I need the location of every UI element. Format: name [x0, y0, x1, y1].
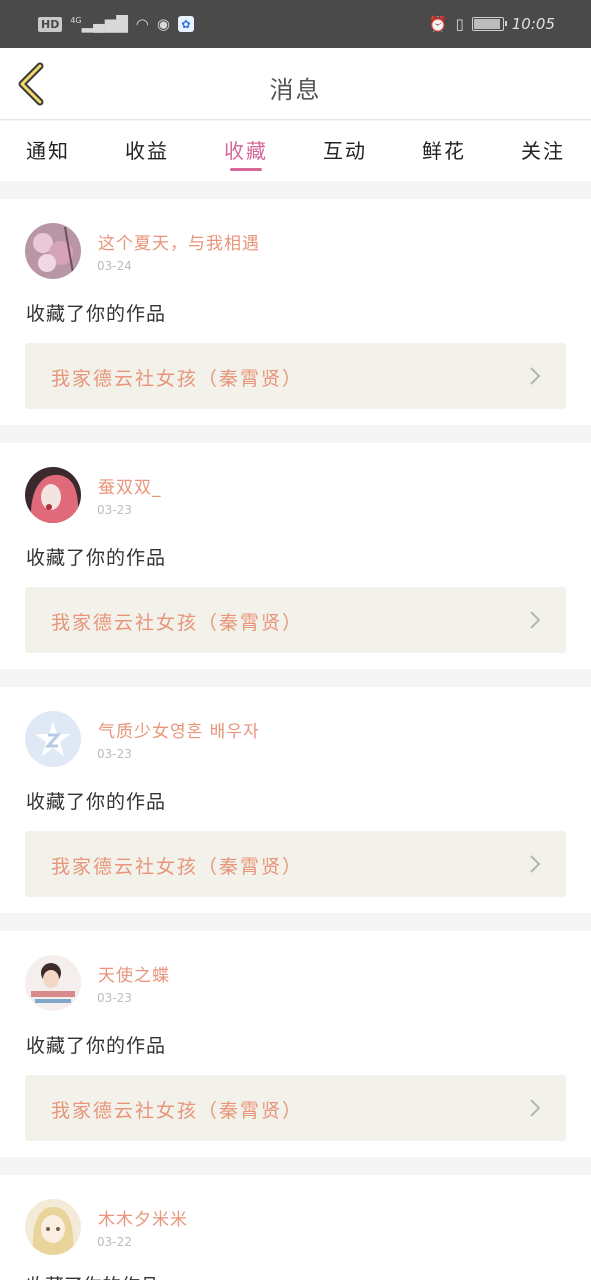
- action-text: 收藏了你的作品: [26, 1035, 167, 1057]
- tab-notifications[interactable]: 通知: [26, 121, 70, 181]
- work-title: 我家德云社女孩（秦霄贤）: [51, 612, 304, 634]
- status-bar: HD 4G▂▄▆█ ◠ ◉ ✿ ⏰ ▯ 10:05: [0, 0, 591, 48]
- status-time: 10:05: [511, 15, 555, 33]
- wifi-icon: ◠: [135, 15, 149, 33]
- message-date: 03-23: [97, 747, 132, 761]
- work-link[interactable]: 我家德云社女孩（秦霄贤）: [25, 831, 566, 897]
- work-title: 我家德云社女孩（秦霄贤）: [51, 856, 304, 878]
- message-card: 天使之蝶 03-23 收藏了你的作品 我家德云社女孩（秦霄贤）: [0, 931, 591, 1157]
- vibrate-icon: ▯: [455, 15, 464, 33]
- eye-icon: ◉: [156, 15, 170, 33]
- avatar[interactable]: [25, 711, 81, 767]
- app-header: 消息: [0, 48, 591, 120]
- chevron-right-icon: [530, 1099, 541, 1117]
- chevron-right-icon: [530, 855, 541, 873]
- work-title: 我家德云社女孩（秦霄贤）: [51, 368, 304, 390]
- signal-icon: 4G▂▄▆█: [70, 15, 128, 33]
- action-text: 收藏了你的作品: [26, 1271, 159, 1280]
- username[interactable]: 气质少女영혼 배우자: [98, 717, 260, 742]
- avatar[interactable]: [25, 955, 81, 1011]
- chevron-right-icon: [530, 611, 541, 629]
- username[interactable]: 天使之蝶: [98, 961, 170, 986]
- chevron-right-icon: [530, 367, 541, 385]
- tab-follows[interactable]: 关注: [521, 121, 565, 181]
- action-text: 收藏了你的作品: [26, 791, 167, 813]
- avatar[interactable]: [25, 1199, 81, 1255]
- message-date: 03-24: [97, 259, 132, 273]
- action-text: 收藏了你的作品: [26, 547, 167, 569]
- hd-icon: HD: [38, 16, 63, 32]
- work-title: 我家德云社女孩（秦霄贤）: [51, 1100, 304, 1122]
- message-card: 木木夕米米 03-22 收藏了你的作品: [0, 1175, 591, 1280]
- tab-interactions[interactable]: 互动: [323, 121, 367, 181]
- username[interactable]: 木木夕米米: [98, 1205, 188, 1230]
- alarm-icon: ⏰: [428, 15, 448, 33]
- tab-favorites[interactable]: 收藏: [224, 121, 268, 181]
- page-title: 消息: [269, 76, 322, 104]
- username[interactable]: 这个夏天，与我相遇: [98, 229, 260, 254]
- tab-flowers[interactable]: 鲜花: [422, 121, 466, 181]
- tab-bar: 通知 收益 收藏 互动 鲜花 关注: [0, 121, 591, 181]
- baidu-icon: ✿: [177, 16, 194, 32]
- message-list: 这个夏天，与我相遇 03-24 收藏了你的作品 我家德云社女孩（秦霄贤） 蚕双双…: [0, 199, 591, 1280]
- work-link[interactable]: 我家德云社女孩（秦霄贤）: [25, 343, 566, 409]
- network-type-label: 4G: [70, 16, 82, 25]
- tab-earnings[interactable]: 收益: [125, 121, 169, 181]
- message-card: 气质少女영혼 배우자 03-23 收藏了你的作品 我家德云社女孩（秦霄贤）: [0, 687, 591, 913]
- message-date: 03-23: [97, 503, 132, 517]
- message-date: 03-22: [97, 1235, 132, 1249]
- avatar[interactable]: [25, 467, 81, 523]
- message-card: 蚕双双_ 03-23 收藏了你的作品 我家德云社女孩（秦霄贤）: [0, 443, 591, 669]
- message-card: 这个夏天，与我相遇 03-24 收藏了你的作品 我家德云社女孩（秦霄贤）: [0, 199, 591, 425]
- action-text: 收藏了你的作品: [26, 303, 167, 325]
- message-date: 03-23: [97, 991, 132, 1005]
- work-link[interactable]: 我家德云社女孩（秦霄贤）: [25, 587, 566, 653]
- username[interactable]: 蚕双双_: [98, 473, 162, 498]
- work-link[interactable]: 我家德云社女孩（秦霄贤）: [25, 1075, 566, 1141]
- battery-icon: [471, 17, 507, 31]
- avatar[interactable]: [25, 223, 81, 279]
